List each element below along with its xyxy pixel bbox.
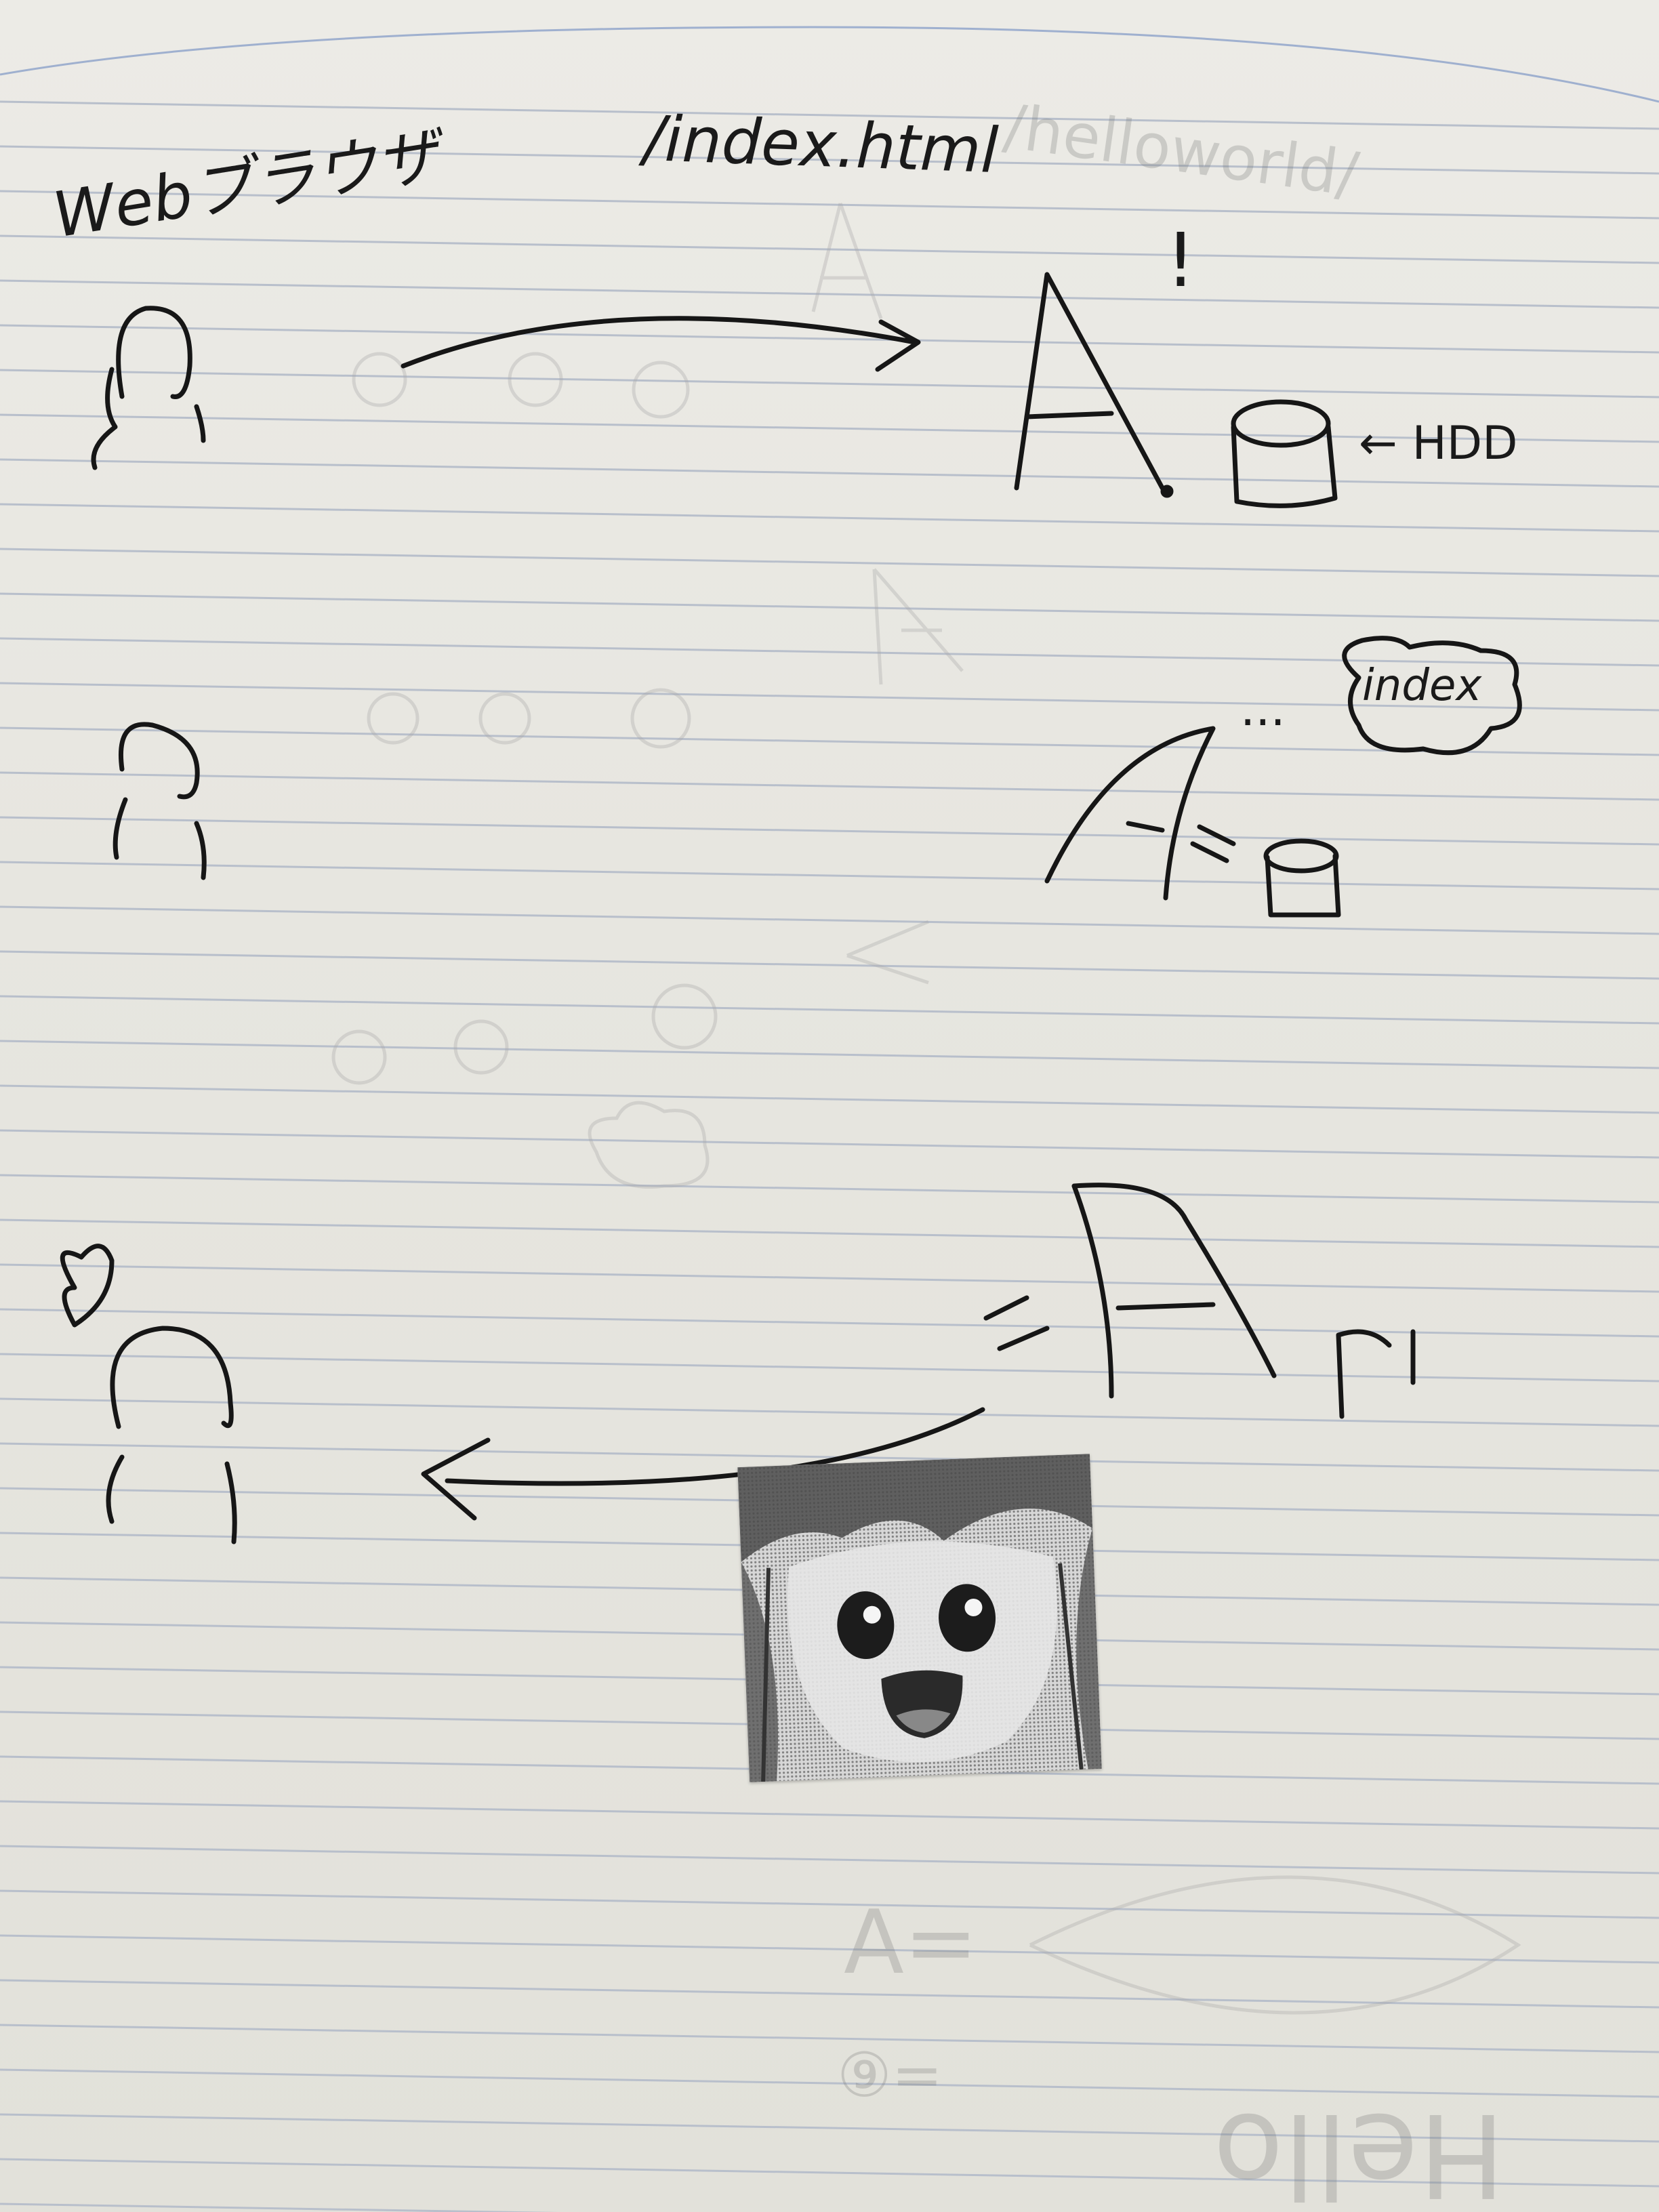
person-icon-happy	[106, 1326, 237, 1544]
small-hdd-icon	[1263, 838, 1341, 918]
thought-cloud-icon	[1342, 636, 1522, 756]
ink-drawing	[60, 272, 1522, 1544]
request-arrow	[401, 316, 921, 372]
server-icon	[1014, 272, 1174, 498]
heart-icon	[60, 1244, 115, 1328]
hdd-icon	[1231, 399, 1338, 508]
server-sending-icon	[1071, 1183, 1277, 1399]
person-icon-client	[91, 306, 206, 470]
server-thinking-icon	[1044, 726, 1236, 901]
small-glyph-mark	[1336, 1329, 1416, 1419]
character-face-image	[737, 1454, 1102, 1782]
notebook-page: /helloworld/ A= ⑨= Hello Webブラウザ /index.…	[0, 0, 1659, 2212]
pasted-character-photo	[737, 1454, 1102, 1782]
person-icon-waiting	[112, 722, 207, 880]
